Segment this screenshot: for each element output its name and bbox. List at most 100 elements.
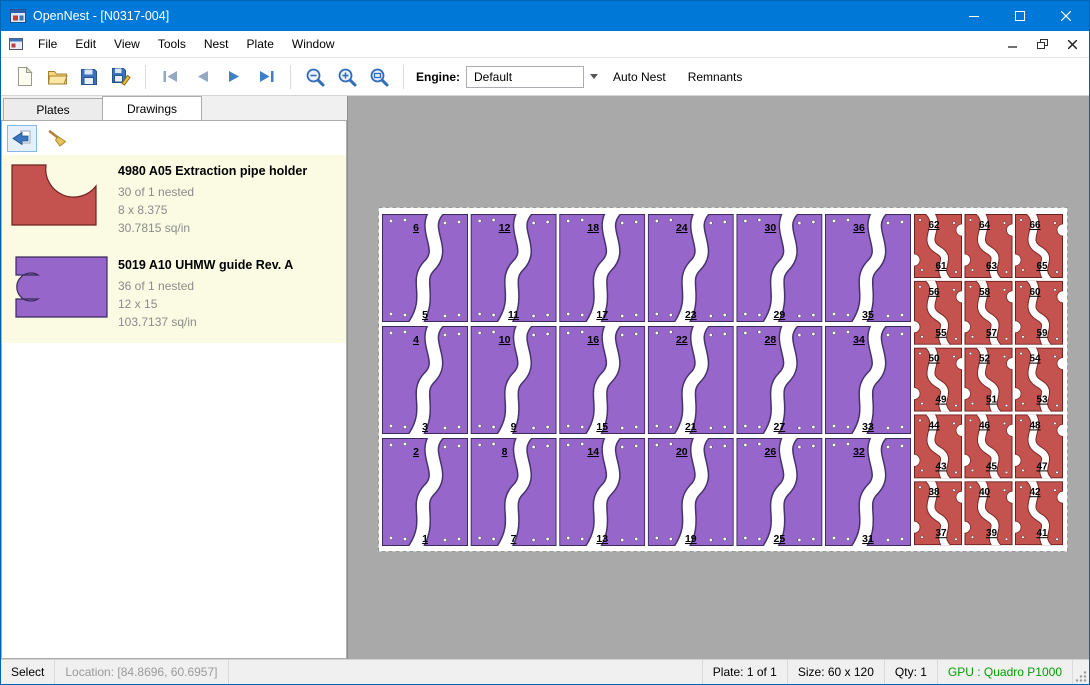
engine-selected-value: Default	[474, 70, 512, 84]
menu-tools[interactable]: Tools	[149, 31, 195, 57]
svg-text:36: 36	[853, 222, 865, 234]
drawing-list-item[interactable]: 5019 A10 UHMW guide Rev. A 36 of 1 neste…	[2, 249, 346, 343]
resize-grip[interactable]	[1073, 660, 1089, 684]
nested-part-pair-purple[interactable]: 2221	[648, 322, 733, 438]
drawing-list-item[interactable]: 4980 A05 Extraction pipe holder 30 of 1 …	[2, 155, 346, 249]
auto-nest-button[interactable]: Auto Nest	[602, 62, 677, 92]
maximize-button[interactable]	[997, 1, 1043, 31]
drawing-title: 4980 A05 Extraction pipe holder	[118, 164, 307, 178]
minimize-button[interactable]	[951, 1, 997, 31]
svg-text:61: 61	[935, 261, 947, 272]
part-thumbnail	[10, 256, 112, 331]
svg-text:31: 31	[862, 533, 874, 545]
nested-part-pair-purple[interactable]: 3029	[737, 210, 822, 326]
svg-text:50: 50	[928, 354, 940, 365]
menu-nest[interactable]: Nest	[195, 31, 238, 57]
nested-part-pair-red[interactable]: 5049	[908, 345, 968, 415]
nest-plate[interactable]: 6512111817242330293635431091615222128273…	[378, 207, 1068, 552]
mdi-minimize-button[interactable]	[1001, 35, 1023, 53]
svg-text:62: 62	[928, 220, 940, 231]
menu-view[interactable]: View	[105, 31, 149, 57]
zoom-out-button[interactable]	[299, 62, 331, 92]
svg-text:40: 40	[979, 487, 991, 498]
svg-text:33: 33	[862, 421, 874, 433]
svg-text:2: 2	[413, 446, 419, 458]
nested-part-pair-red[interactable]: 4039	[959, 478, 1019, 548]
new-button[interactable]	[9, 62, 41, 92]
menu-edit[interactable]: Edit	[66, 31, 105, 57]
nested-part-pair-purple[interactable]: 3635	[826, 210, 911, 326]
nested-part-pair-red[interactable]: 5655	[908, 278, 968, 348]
nested-part-pair-purple[interactable]: 2019	[648, 434, 733, 550]
nested-part-pair-red[interactable]: 62 61	[908, 211, 968, 281]
nested-part-pair-purple[interactable]: 43	[383, 322, 468, 438]
remnants-button[interactable]: Remnants	[677, 62, 754, 92]
nested-part-pair-red[interactable]: 5857	[959, 278, 1019, 348]
mdi-close-button[interactable]	[1061, 35, 1083, 53]
nested-part-pair-red[interactable]: 3837	[908, 478, 968, 548]
nested-part-pair-red[interactable]: 4645	[959, 411, 1019, 481]
svg-text:4: 4	[413, 334, 419, 346]
clear-button[interactable]	[42, 125, 72, 152]
save-button[interactable]	[73, 62, 105, 92]
nested-part-pair-red[interactable]: 6059	[1009, 278, 1068, 348]
nested-part-pair-red[interactable]: 4443	[908, 411, 968, 481]
svg-text:3: 3	[422, 421, 428, 433]
drawings-toolbar	[2, 121, 346, 155]
engine-dropdown-button[interactable]	[586, 66, 602, 88]
nested-part-pair-red[interactable]: 4847	[1009, 411, 1068, 481]
document-window-icon[interactable]	[9, 38, 23, 50]
first-plate-button[interactable]	[154, 62, 186, 92]
nested-part-pair-red[interactable]: 5251	[959, 345, 1019, 415]
previous-plate-button[interactable]	[186, 62, 218, 92]
svg-text:29: 29	[774, 309, 786, 321]
nested-part-pair-red[interactable]: 4241	[1009, 478, 1068, 548]
tab-drawings[interactable]: Drawings	[102, 96, 202, 120]
nested-part-pair-red[interactable]: 6665	[1009, 211, 1068, 281]
menu-window[interactable]: Window	[283, 31, 344, 57]
svg-text:63: 63	[986, 261, 998, 272]
engine-select[interactable]: Default	[466, 66, 584, 88]
svg-text:48: 48	[1029, 420, 1041, 431]
nested-part-pair-purple[interactable]: 1615	[560, 322, 645, 438]
status-bar: Select Location: [84.8696, 60.6957] Plat…	[1, 659, 1089, 684]
mdi-restore-button[interactable]	[1031, 35, 1053, 53]
arrow-left-icon	[12, 130, 32, 147]
nest-plate-drawing[interactable]: 6512111817242330293635431091615222128273…	[378, 207, 1068, 552]
nested-part-pair-red[interactable]: 5453	[1009, 345, 1068, 415]
nested-part-pair-red[interactable]: 6463	[959, 211, 1019, 281]
nested-part-pair-purple[interactable]: 1413	[560, 434, 645, 550]
nested-part-pair-purple[interactable]: 3231	[826, 434, 911, 550]
last-plate-button[interactable]	[250, 62, 282, 92]
nested-part-pair-purple[interactable]: 87	[471, 434, 556, 550]
nested-part-pair-purple[interactable]: 1817	[560, 210, 645, 326]
status-spacer	[229, 660, 703, 684]
open-button[interactable]	[41, 62, 73, 92]
nested-part-pair-purple[interactable]: 2423	[648, 210, 733, 326]
drawing-size: 12 x 15	[118, 295, 293, 313]
svg-text:46: 46	[979, 420, 991, 431]
menu-file[interactable]: File	[29, 31, 66, 57]
nested-part-pair-purple[interactable]: 3433	[826, 322, 911, 438]
nested-part-pair-purple[interactable]: 2827	[737, 322, 822, 438]
nested-part-pair-purple[interactable]: 65	[383, 210, 468, 326]
next-plate-button[interactable]	[218, 62, 250, 92]
send-to-plate-button[interactable]	[7, 125, 37, 152]
zoom-fit-button[interactable]	[363, 62, 395, 92]
save-as-button[interactable]	[105, 62, 137, 92]
zoom-in-button[interactable]	[331, 62, 363, 92]
nested-part-pair-purple[interactable]: 109	[471, 322, 556, 438]
nested-part-pair-purple[interactable]: 21	[383, 434, 468, 550]
menu-plate[interactable]: Plate	[238, 31, 283, 57]
svg-text:65: 65	[1036, 261, 1048, 272]
tab-plates[interactable]: Plates	[3, 98, 103, 120]
main-area: Plates Drawings	[1, 96, 1089, 659]
drawing-nested-count: 36 of 1 nested	[118, 277, 293, 295]
close-button[interactable]	[1043, 1, 1089, 31]
first-arrow-icon	[162, 70, 179, 83]
nested-part-pair-purple[interactable]: 1211	[471, 210, 556, 326]
svg-text:42: 42	[1029, 487, 1041, 498]
menu-bar: File Edit View Tools Nest Plate Window	[1, 31, 1089, 58]
nest-canvas[interactable]: 6512111817242330293635431091615222128273…	[347, 96, 1089, 659]
nested-part-pair-purple[interactable]: 2625	[737, 434, 822, 550]
